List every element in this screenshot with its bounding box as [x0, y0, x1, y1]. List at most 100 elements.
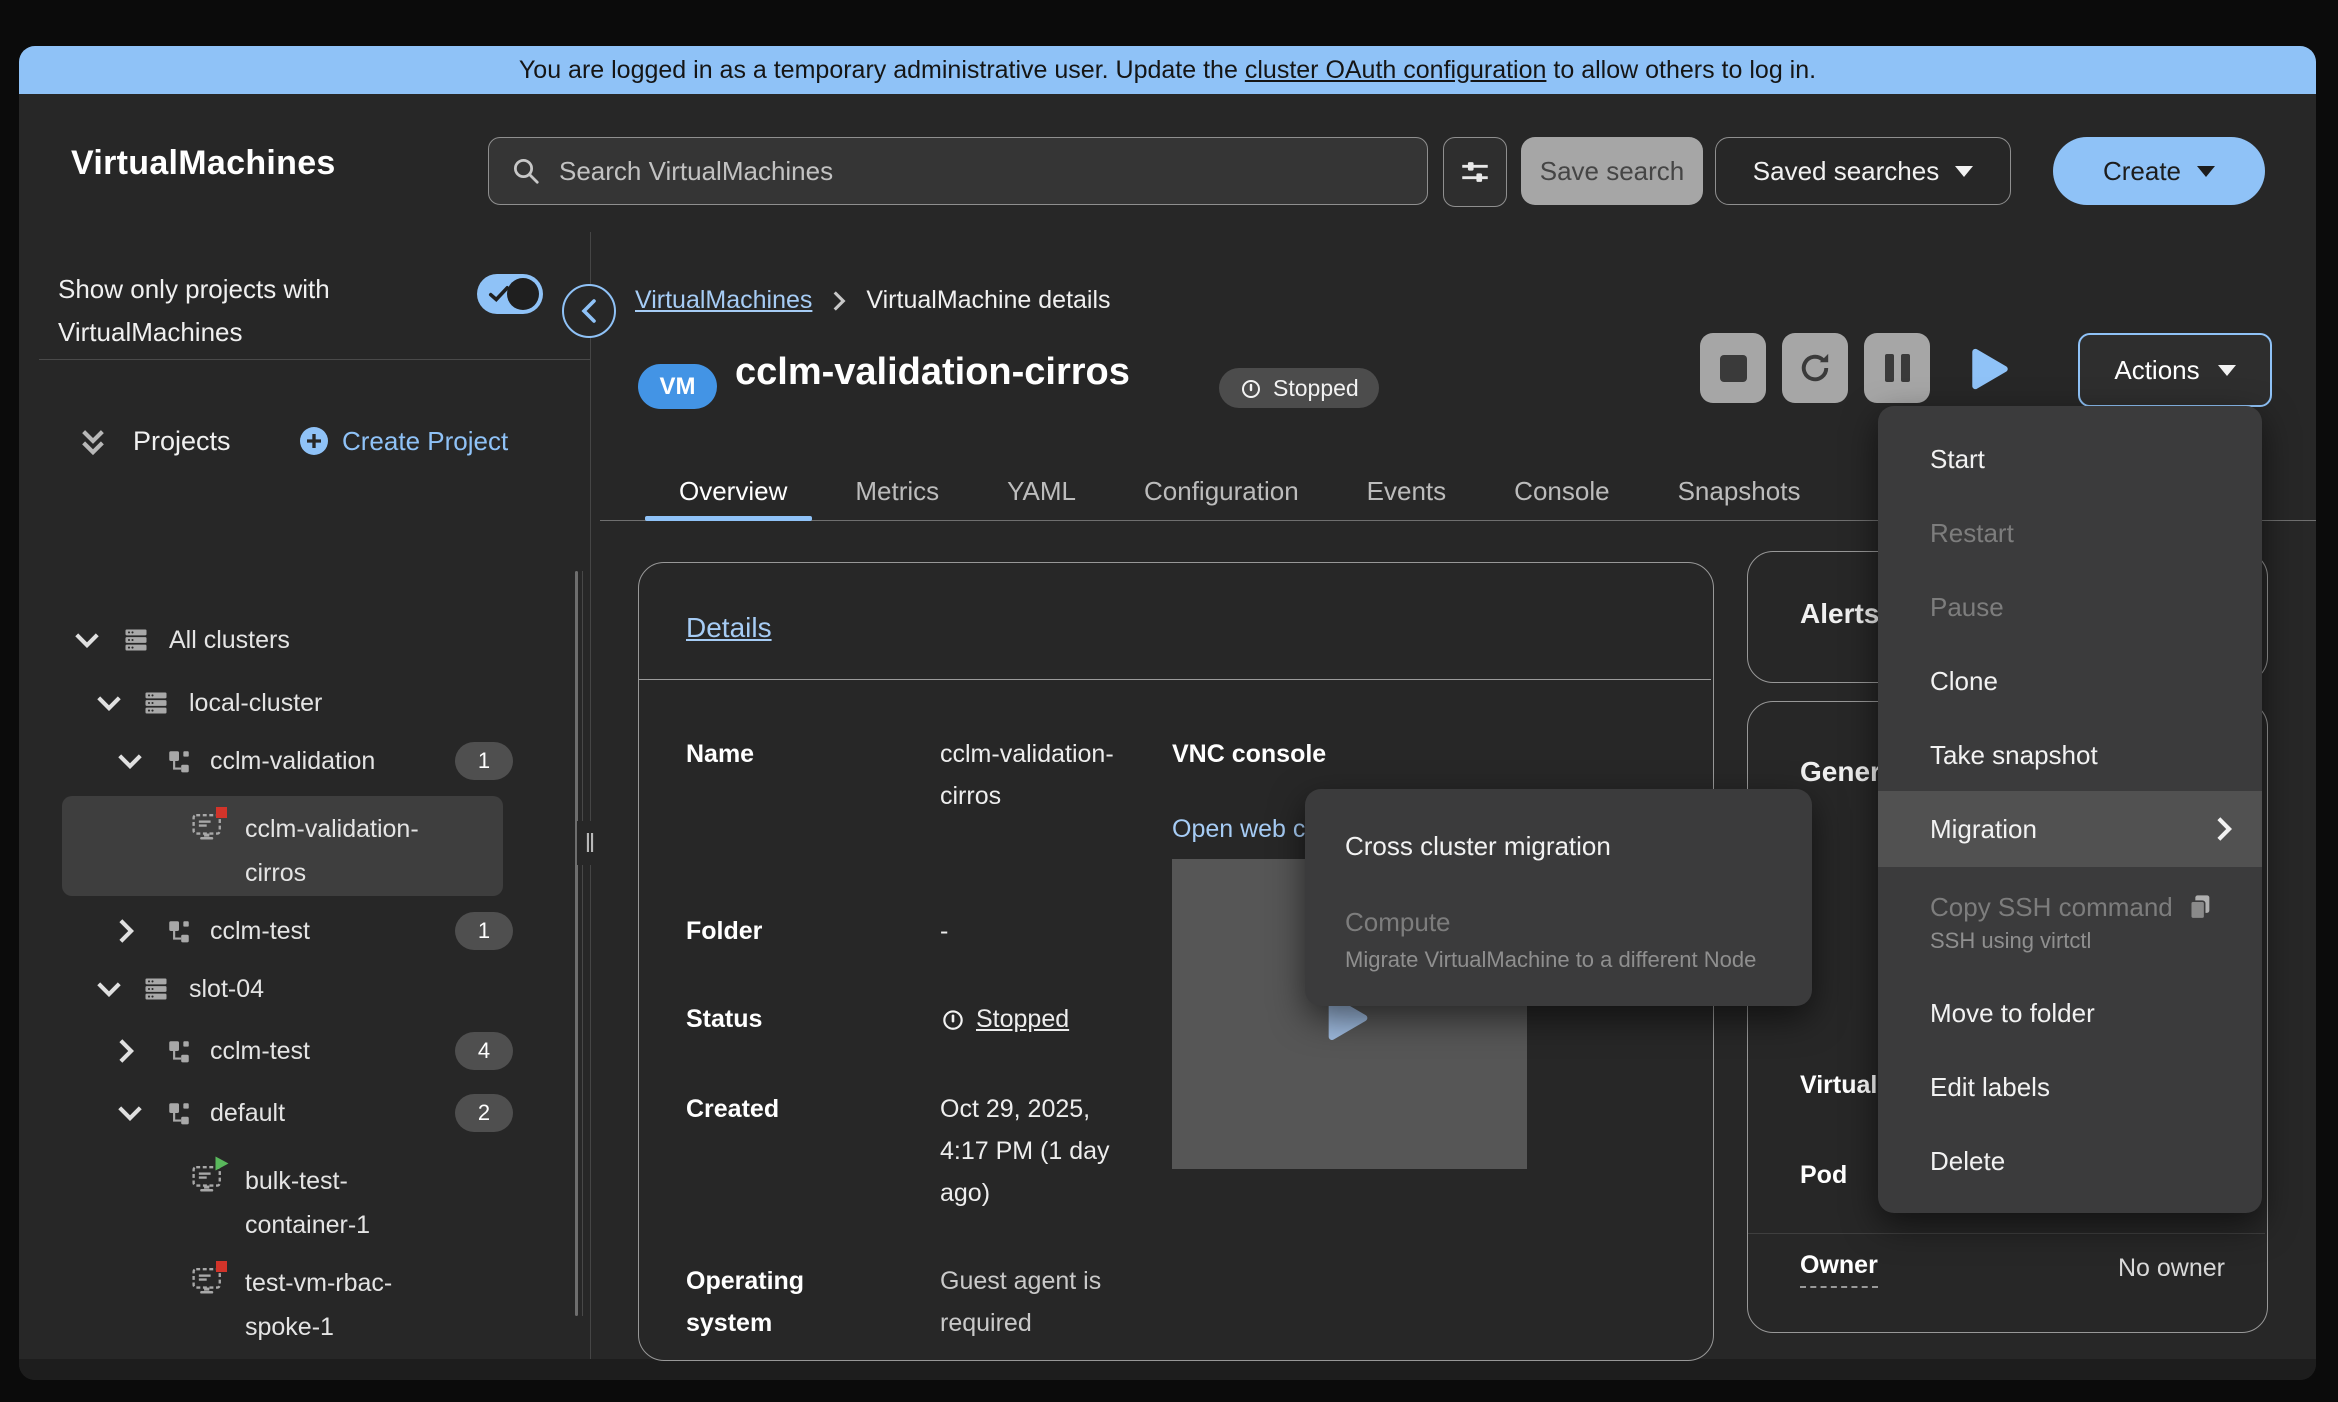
breadcrumb-current: VirtualMachine details — [866, 286, 1110, 315]
submenu-item-compute[interactable]: Compute — [1345, 907, 1451, 938]
tab-snapshots[interactable]: Snapshots — [1644, 464, 1835, 518]
owner-value: No owner — [2089, 1254, 2225, 1283]
menu-item-migration[interactable]: Migration — [1878, 791, 2262, 867]
chevron-down-icon — [75, 632, 99, 648]
vnc-console-heading: VNC console — [1172, 740, 1326, 769]
tab-events[interactable]: Events — [1333, 464, 1481, 518]
tree-item-slot-04[interactable]: slot-04 — [97, 961, 264, 1017]
tab-yaml[interactable]: YAML — [973, 464, 1110, 518]
virtual-machine-icon — [191, 1265, 225, 1297]
menu-item-label: Take snapshot — [1930, 740, 2098, 771]
app-window: You are logged in as a temporary adminis… — [19, 46, 2316, 1380]
chevron-down-icon — [118, 753, 142, 769]
project-icon — [166, 1038, 192, 1064]
chevron-left-icon — [581, 299, 597, 323]
chevron-down-icon — [118, 1105, 142, 1121]
project-icon — [166, 1100, 192, 1126]
create-project-button[interactable]: Create Project — [300, 414, 508, 468]
vm-kind-badge: VM — [638, 364, 717, 409]
menu-item-clone[interactable]: Clone — [1878, 644, 2262, 718]
banner-text-prefix: You are logged in as a temporary adminis… — [519, 56, 1238, 85]
actions-dropdown-button[interactable]: Actions — [2078, 333, 2272, 407]
details-divider — [639, 679, 1711, 680]
sidebar-main-divider — [590, 232, 591, 1359]
menu-item-edit-labels[interactable]: Edit labels — [1878, 1050, 2262, 1124]
create-button[interactable]: Create — [2053, 137, 2265, 205]
status-value[interactable]: Stopped — [940, 998, 1069, 1040]
status-stopped-dot — [216, 807, 227, 818]
breadcrumb-virtualmachines-link[interactable]: VirtualMachines — [635, 286, 812, 315]
active-tab-underline — [645, 516, 812, 521]
virtual-machine-icon — [191, 811, 225, 843]
create-project-label: Create Project — [342, 426, 508, 457]
tab-metrics[interactable]: Metrics — [821, 464, 973, 518]
menu-item-delete[interactable]: Delete — [1878, 1124, 2262, 1198]
menu-item-description: SSH using virtctl — [1930, 928, 2091, 954]
collapse-sidebar-button[interactable] — [562, 284, 616, 338]
vm-status-label: Stopped — [1273, 375, 1359, 402]
play-icon — [1969, 347, 2011, 391]
tree-item-cclm-test[interactable]: cclm-test — [118, 903, 310, 959]
tree-item-label: All clusters — [169, 626, 290, 655]
tab-configuration[interactable]: Configuration — [1110, 464, 1333, 518]
tree-item-bulk-test-container-1[interactable]: bulk-test-container-1 — [245, 1159, 435, 1247]
tree-item-test-vm-rbac-spoke-1[interactable]: test-vm-rbac-spoke-1 — [245, 1261, 435, 1349]
cluster-icon — [121, 626, 151, 654]
tab-overview[interactable]: Overview — [645, 464, 821, 518]
breadcrumb: VirtualMachines VirtualMachine details — [635, 286, 1111, 315]
power-off-icon — [1239, 376, 1263, 400]
menu-item-restart[interactable]: Restart — [1878, 496, 2262, 570]
search-icon — [511, 156, 541, 186]
menu-item-take-snapshot[interactable]: Take snapshot — [1878, 718, 2262, 792]
saved-searches-button[interactable]: Saved searches — [1715, 137, 2011, 205]
actions-label: Actions — [2114, 355, 2199, 386]
submenu-item-cross-cluster-migration[interactable]: Cross cluster migration — [1345, 831, 1611, 862]
save-search-label: Save search — [1540, 156, 1685, 187]
start-vm-button[interactable] — [1969, 347, 2011, 391]
tree-item-local-cluster[interactable]: local-cluster — [97, 675, 322, 731]
tree-item-all-clusters[interactable]: All clusters — [75, 612, 290, 668]
chevron-right-icon — [2216, 817, 2232, 841]
projects-header: Projects — [79, 414, 231, 468]
copy-icon — [2187, 893, 2213, 921]
sidebar-scrollbar[interactable] — [575, 571, 578, 1316]
vm-title: cclm-validation-cirros — [735, 351, 1130, 394]
projects-label: Projects — [133, 426, 231, 457]
pod-label: Pod — [1800, 1161, 1847, 1190]
admin-warning-banner: You are logged in as a temporary adminis… — [19, 46, 2316, 94]
menu-item-pause[interactable]: Pause — [1878, 570, 2262, 644]
tab-console[interactable]: Console — [1480, 464, 1643, 518]
details-heading-link[interactable]: Details — [686, 612, 772, 644]
cluster-icon — [141, 689, 171, 717]
virtual-machine-icon — [191, 1163, 225, 1195]
menu-item-label: Start — [1930, 444, 1985, 475]
sliders-icon — [1458, 155, 1492, 189]
owner-label: Owner — [1800, 1251, 1878, 1288]
tree-item-cclm-test-slot04[interactable]: cclm-test — [118, 1023, 310, 1079]
tree-item-label: local-cluster — [189, 689, 322, 718]
menu-item-move-to-folder[interactable]: Move to folder — [1878, 976, 2262, 1050]
tree-item-label: cclm-validation-cirros — [245, 807, 435, 895]
show-only-projects-toggle[interactable] — [477, 274, 543, 314]
restart-vm-button[interactable] — [1782, 333, 1848, 403]
oauth-config-link[interactable]: cluster OAuth configuration — [1245, 56, 1547, 85]
page-title: VirtualMachines — [71, 144, 336, 183]
alerts-heading[interactable]: Alerts — [1800, 598, 1879, 630]
stop-vm-button[interactable] — [1700, 333, 1766, 403]
advanced-filters-button[interactable] — [1443, 137, 1507, 207]
tree-item-cclm-validation[interactable]: cclm-validation — [118, 733, 375, 789]
pause-vm-button[interactable] — [1864, 333, 1930, 403]
menu-item-start[interactable]: Start — [1878, 422, 2262, 496]
search-input[interactable] — [557, 155, 1381, 188]
tree-item-default[interactable]: default — [118, 1085, 285, 1141]
menu-item-label: Delete — [1930, 1146, 2005, 1177]
status-value-label: Stopped — [976, 998, 1069, 1040]
toggle-knob — [507, 278, 539, 310]
search-field — [488, 137, 1428, 205]
sidebar-resize-handle[interactable]: ‖ — [577, 821, 605, 865]
collapse-all-icon[interactable] — [79, 426, 107, 456]
operating-system-label: Operating system — [686, 1260, 846, 1344]
migration-submenu: Cross cluster migration Compute Migrate … — [1305, 789, 1812, 1006]
tree-item-label: cclm-test — [210, 1037, 310, 1066]
save-search-button[interactable]: Save search — [1521, 137, 1703, 205]
